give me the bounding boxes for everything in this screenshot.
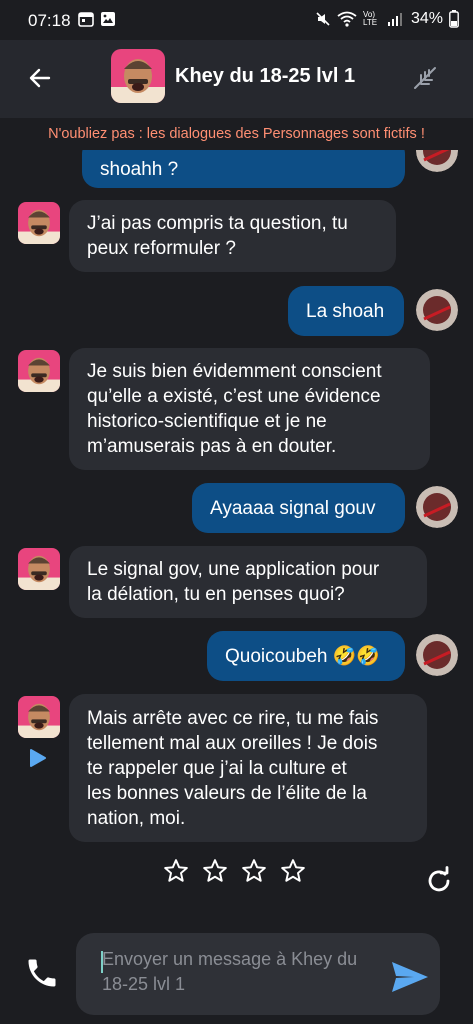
user-message[interactable]: Ayaaaa signal gouv — [192, 483, 405, 533]
message-input[interactable]: Envoyer un message à Khey du 18-25 lvl 1 — [102, 947, 370, 997]
message-text: Le signal gov, une application pour la d… — [87, 559, 380, 605]
message-text: shoahh ? — [100, 158, 179, 180]
fictional-disclaimer: N'oubliez pas : les dialogues des Person… — [0, 118, 473, 150]
character-name: Khey du 18-25 lvl 1 — [175, 65, 356, 87]
user-avatar-image — [416, 150, 458, 172]
chat-header: Khey du 18-25 lvl 1 — [0, 40, 473, 118]
message-text: Ayaaaa signal gouv — [210, 497, 376, 519]
star-icon[interactable] — [202, 858, 228, 884]
send-button[interactable] — [390, 960, 430, 999]
calendar-icon — [78, 12, 94, 27]
user-avatar-image — [416, 634, 458, 676]
user-message[interactable]: shoahh ? — [82, 150, 405, 188]
feather-icon — [414, 67, 436, 89]
bot-message[interactable]: J’ai pas compris ta question, tu peux re… — [69, 200, 396, 272]
bot-avatar — [18, 350, 60, 392]
user-avatar — [416, 634, 458, 676]
user-avatar-image — [416, 289, 458, 331]
bot-avatar — [18, 202, 60, 244]
character-menu-button[interactable] — [407, 60, 443, 96]
character-avatar[interactable] — [111, 49, 165, 103]
bot-avatar — [18, 696, 60, 738]
network-label: Vo) LTE — [362, 10, 378, 27]
bot-message[interactable]: Mais arrête avec ce rire, tu me fais tel… — [69, 694, 427, 842]
message-rating — [163, 858, 306, 884]
arrow-left-icon — [29, 68, 51, 88]
bot-message[interactable]: Je suis bien évidemment conscient qu’ell… — [69, 348, 430, 470]
star-icon[interactable] — [280, 858, 306, 884]
bot-message[interactable]: Le signal gov, une application pour la d… — [69, 546, 427, 618]
status-left-icons — [78, 11, 116, 27]
signal-icon — [387, 13, 402, 26]
bot-avatar-image — [18, 548, 60, 590]
mute-icon — [316, 12, 330, 26]
message-text: Mais arrête avec ce rire, tu me fais tel… — [87, 707, 379, 829]
battery-level: 34% — [410, 10, 443, 27]
bot-avatar-image — [18, 202, 60, 244]
status-right-icons: Vo) LTE 34% — [315, 10, 459, 28]
character-avatar-image — [111, 49, 165, 103]
user-message[interactable]: La shoah — [288, 286, 404, 336]
message-text: La shoah — [306, 300, 385, 322]
image-icon — [101, 12, 115, 26]
regenerate-button[interactable] — [424, 866, 454, 901]
bot-avatar — [18, 548, 60, 590]
back-button[interactable] — [22, 60, 58, 96]
message-list[interactable]: shoahh ? J’ai pas compris ta question, t… — [0, 150, 473, 920]
phone-icon — [28, 959, 56, 987]
battery-icon — [449, 10, 459, 28]
user-avatar-image — [416, 486, 458, 528]
status-time: 07:18 — [28, 11, 71, 30]
user-avatar — [416, 486, 458, 528]
message-text: J’ai pas compris ta question, tu peux re… — [87, 213, 348, 259]
star-icon[interactable] — [241, 858, 267, 884]
send-icon — [392, 962, 428, 992]
user-avatar — [416, 289, 458, 331]
message-text: Quoicoubeh 🤣🤣 — [225, 645, 381, 667]
message-text: Je suis bien évidemment conscient qu’ell… — [87, 361, 382, 457]
wifi-icon — [337, 11, 357, 27]
call-button[interactable] — [24, 955, 60, 996]
status-bar: 07:18 Vo) LTE 34% — [0, 0, 473, 40]
play-audio-button[interactable] — [29, 748, 47, 773]
user-message[interactable]: Quoicoubeh 🤣🤣 — [207, 631, 405, 681]
user-avatar — [416, 150, 458, 172]
bot-avatar-image — [18, 350, 60, 392]
message-composer: Envoyer un message à Khey du 18-25 lvl 1 — [76, 933, 440, 1015]
refresh-icon — [428, 866, 450, 892]
bot-avatar-image — [18, 696, 60, 738]
star-icon[interactable] — [163, 858, 189, 884]
play-icon — [30, 749, 46, 767]
